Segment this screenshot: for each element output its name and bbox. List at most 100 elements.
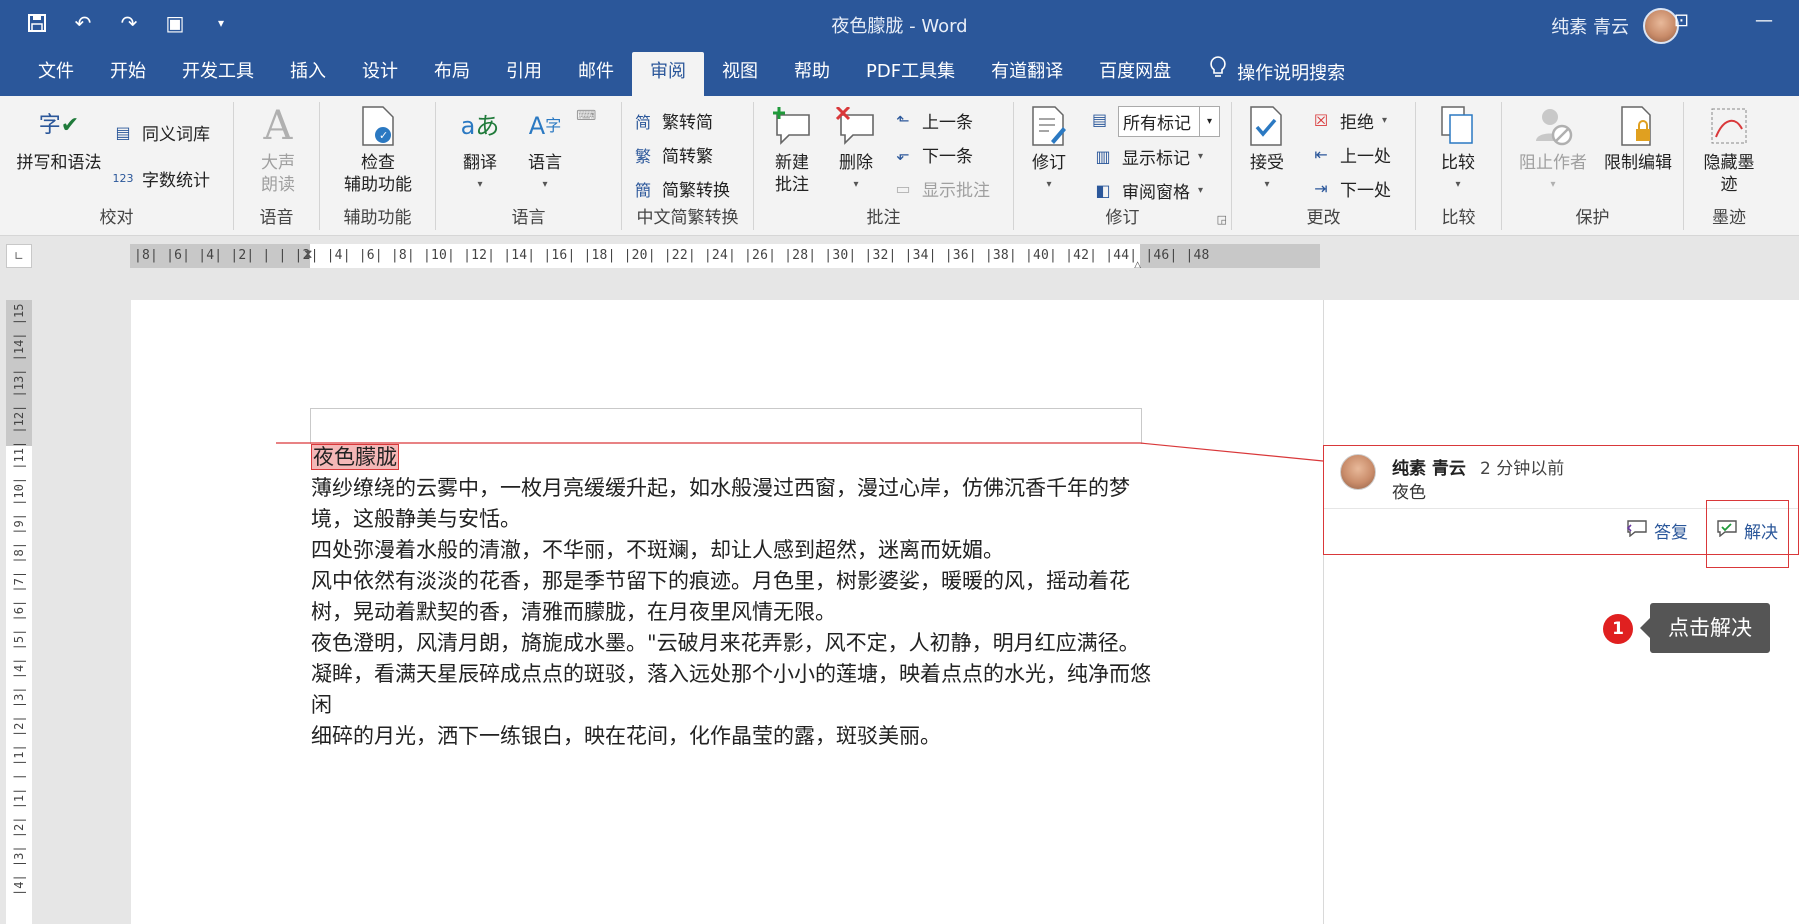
tab-insert[interactable]: 插入	[272, 52, 344, 96]
tab-references[interactable]: 引用	[488, 52, 560, 96]
doc-title-line: 夜色朦胧	[311, 442, 1151, 473]
tab-view[interactable]: 视图	[704, 52, 776, 96]
trad-to-simp-icon: 简	[634, 112, 651, 132]
reviewing-pane-icon: ◧	[1095, 181, 1111, 200]
ruler-area: ∟ |8| |6| |4| |2| | | |2| |4| |6| |8| |1…	[0, 236, 1799, 268]
show-comments-icon: ▭	[895, 179, 911, 198]
reply-button[interactable]: 答复	[1626, 518, 1688, 543]
group-label-compare: 比较	[1441, 208, 1476, 228]
ribbon-tabs: 文件 开始 开发工具 插入 设计 布局 引用 邮件 审阅 视图 帮助 PDF工具…	[0, 48, 1799, 96]
document-body[interactable]: 夜色朦胧 薄纱缭绕的云雾中，一枚月亮缓缓升起，如水般漫过西窗，漫过心岸，仿佛沉香…	[311, 442, 1151, 752]
language-dropdown-icon: ▾	[542, 179, 548, 190]
tell-me-search[interactable]: 操作说明搜索	[1189, 52, 1345, 96]
group-label-ink: 墨迹	[1712, 208, 1746, 228]
previous-comment-button[interactable]: ⬑ 上一条	[892, 108, 973, 133]
account-area[interactable]: 纯素 青云	[1551, 8, 1679, 44]
markup-view-icon: ▤	[1092, 110, 1108, 129]
comment-avatar	[1340, 454, 1376, 490]
vertical-ruler-ticks: |4| |3| |2| |1| | |1| |2| |3| |4| |5| |6…	[12, 304, 26, 897]
minimize-icon[interactable]: —	[1755, 10, 1773, 31]
keyboard-icon[interactable]: ⌨	[576, 108, 596, 124]
spelling-grammar-button[interactable]: 字 ✔ 拼写和语法	[12, 104, 106, 174]
track-changes-button[interactable]: 修订 ▾	[1024, 104, 1074, 196]
tab-baidu-netdisk[interactable]: 百度网盘	[1081, 52, 1189, 96]
previous-change-button[interactable]: ⇤ 上一处	[1310, 142, 1391, 167]
reviewing-pane-button[interactable]: ◧ 审阅窗格 ▾	[1092, 178, 1203, 203]
group-label-chinese-conversion: 中文简繁转换	[636, 208, 739, 228]
ribbon-display-icon[interactable]: ⊡	[1674, 10, 1689, 31]
delete-comment-button[interactable]: 删除 ▾	[828, 104, 884, 196]
show-comments-button[interactable]: ▭ 显示批注	[892, 176, 990, 201]
indent-marker-icon[interactable]: ⧗	[304, 244, 312, 266]
reject-button[interactable]: ☒ 拒绝 ▾	[1310, 108, 1387, 133]
comment-text[interactable]: 夜色	[1392, 478, 1426, 503]
tab-home[interactable]: 开始	[92, 52, 164, 96]
compare-button[interactable]: 比较 ▾	[1430, 104, 1486, 196]
tab-youdao-translate[interactable]: 有道翻译	[973, 52, 1081, 96]
simp-to-trad-icon: 繁	[634, 146, 651, 166]
document-page[interactable]: 夜色朦胧 薄纱缭绕的云雾中，一枚月亮缓缓升起，如水般漫过西窗，漫过心岸，仿佛沉香…	[131, 300, 1323, 924]
group-speech: A 大声 朗读 语音	[234, 102, 320, 230]
translate-dropdown-icon: ▾	[477, 179, 483, 190]
new-comment-icon	[770, 104, 814, 148]
spelling-check-icon: 字 ✔	[38, 113, 80, 138]
previous-comment-icon: ⬑	[896, 111, 910, 130]
tab-developer[interactable]: 开发工具	[164, 52, 272, 96]
reply-icon	[1626, 519, 1648, 542]
group-changes: 接受 ▾ ☒ 拒绝 ▾ ⇤ 上一处 ⇥ 下一处 更改	[1232, 102, 1416, 230]
group-compare: 比较 ▾ 比较	[1416, 102, 1502, 230]
title-bar: ↶ ↷ ▣ ▾ 夜色朦胧 - Word 纯素 青云 ⊡ —	[0, 0, 1799, 48]
markup-view-select[interactable]: 所有标记 ▾	[1118, 106, 1220, 137]
tab-mailings[interactable]: 邮件	[560, 52, 632, 96]
translate-button[interactable]: aあ 翻译 ▾	[452, 104, 508, 196]
horizontal-ruler[interactable]: |8| |6| |4| |2| | | |2| |4| |6| |8| |10|…	[130, 244, 1320, 268]
thesaurus-button[interactable]: ▤ 同义词库	[112, 120, 210, 145]
paragraph: 四处弥漫着水般的清澈，不华丽，不斑斓，却让人感到超然，迷离而妩媚。	[311, 538, 1004, 562]
group-label-protect: 保护	[1575, 208, 1610, 228]
tab-design[interactable]: 设计	[344, 52, 416, 96]
accept-button[interactable]: 接受 ▾	[1242, 104, 1292, 196]
simp-to-trad-button[interactable]: 繁 简转繁	[632, 142, 713, 168]
read-aloud-icon: A	[263, 103, 293, 149]
restrict-editing-icon	[1616, 104, 1660, 148]
read-aloud-button[interactable]: A 大声 朗读	[250, 104, 306, 196]
group-label-accessibility: 辅助功能	[343, 208, 412, 228]
right-indent-marker-icon[interactable]: △	[1134, 252, 1141, 268]
comment-author: 纯素 青云	[1392, 459, 1466, 479]
group-accessibility: ✓ 检查 辅助功能 辅助功能	[320, 102, 436, 230]
word-count-button[interactable]: 123 字数统计	[112, 166, 211, 191]
translate-icon: aあ	[460, 112, 500, 140]
tab-file[interactable]: 文件	[20, 52, 92, 96]
trad-to-simp-button[interactable]: 简 繁转简	[632, 108, 713, 134]
tracking-dialog-launcher-icon[interactable]: ◲	[1217, 213, 1227, 226]
accept-icon	[1245, 104, 1289, 148]
hide-ink-button[interactable]: 隐藏墨 迹	[1692, 104, 1766, 196]
accessibility-doc-icon: ✓	[356, 104, 400, 148]
next-comment-button[interactable]: ⬐ 下一条	[892, 142, 973, 167]
tab-help[interactable]: 帮助	[776, 52, 848, 96]
tab-selector-button[interactable]: ∟	[6, 244, 32, 268]
lightbulb-icon	[1209, 54, 1227, 94]
tab-pdf-tools[interactable]: PDF工具集	[848, 52, 973, 96]
group-chinese-conversion: 简 繁转简 繁 简转繁 簡 简繁转换 中文简繁转换	[622, 102, 754, 230]
group-label-changes: 更改	[1306, 208, 1341, 228]
compare-dropdown-icon: ▾	[1455, 179, 1461, 190]
chinese-convert-button[interactable]: 簡 简繁转换	[632, 176, 730, 202]
delete-dropdown-icon: ▾	[853, 179, 859, 190]
vertical-ruler[interactable]: |4| |3| |2| |1| | |1| |2| |3| |4| |5| |6…	[6, 300, 32, 924]
tab-layout[interactable]: 布局	[416, 52, 488, 96]
group-label-language: 语言	[511, 208, 546, 228]
paragraph: 薄纱缭绕的云雾中，一枚月亮缓缓升起，如水般漫过西窗，漫过心岸，仿佛沉香千年的梦境…	[311, 476, 1130, 531]
commented-text[interactable]: 夜色朦胧	[311, 444, 399, 470]
tab-review[interactable]: 审阅	[632, 52, 704, 96]
show-markup-button[interactable]: ▥ 显示标记 ▾	[1092, 144, 1203, 169]
language-button[interactable]: A字 语言 ▾	[512, 104, 578, 196]
group-label-comments: 批注	[866, 208, 901, 228]
tell-me-label: 操作说明搜索	[1237, 63, 1346, 84]
block-authors-button[interactable]: 阻止作者 ▾	[1508, 104, 1598, 196]
restrict-editing-button[interactable]: 限制编辑	[1598, 104, 1678, 174]
check-accessibility-button[interactable]: ✓ 检查 辅助功能	[330, 104, 426, 196]
ribbon: 字 ✔ 拼写和语法 ▤ 同义词库 123 字数统计 校对 A 大声 朗读 语音 ✓…	[0, 96, 1799, 236]
new-comment-button[interactable]: 新建 批注	[764, 104, 820, 196]
next-change-button[interactable]: ⇥ 下一处	[1310, 176, 1391, 201]
